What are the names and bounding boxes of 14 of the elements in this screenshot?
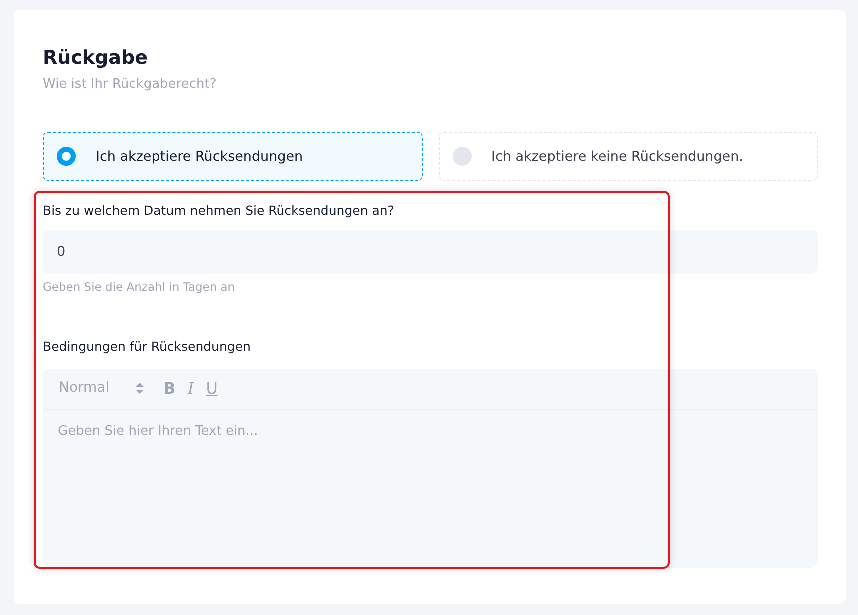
radio-option[interactable]: Ich akzeptiere keine Rücksendungen. <box>438 132 818 182</box>
input-field[interactable]: 0 <box>43 230 818 274</box>
radio-option[interactable]: Ich akzeptiere Rücksendungen <box>43 132 422 182</box>
field-hint: Geben Sie die Anzahl in Tagen an <box>43 278 236 296</box>
bold-button[interactable]: B <box>158 380 182 397</box>
field-label: Bedingungen für Rücksendungen <box>43 338 252 356</box>
select-arrows-icon <box>136 383 144 394</box>
italic-button[interactable]: I <box>182 380 200 397</box>
section-subtitle: Wie ist Ihr Rückgaberecht? <box>43 76 218 94</box>
underline-button[interactable]: U <box>200 380 224 397</box>
section-title: Rückgabe <box>43 46 149 71</box>
editor-area[interactable]: Geben Sie hier Ihren Text ein... <box>43 410 818 568</box>
field-label: Bis zu welchem Datum nehmen Sie Rücksendungen an? <box>43 202 396 220</box>
format-select[interactable]: Normal <box>59 378 144 400</box>
